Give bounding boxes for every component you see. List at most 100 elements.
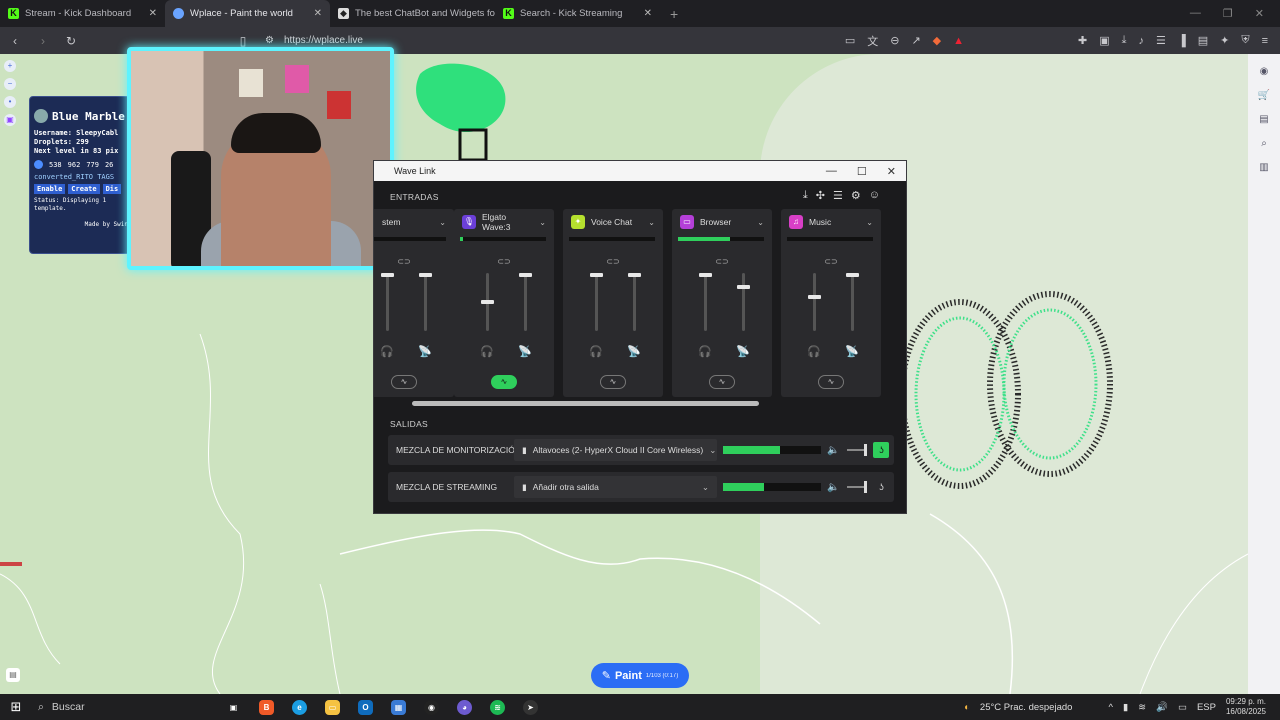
chevron-down-icon[interactable]: ⌄ (539, 218, 546, 227)
obs-icon[interactable]: ◉ (415, 694, 448, 720)
coord-px-y[interactable]: 26 (105, 161, 113, 169)
paint-button[interactable]: ✎ Paint 1/103 (0:17) (591, 663, 689, 688)
broadcast-icon[interactable]: 📡 (418, 345, 432, 358)
create-button[interactable]: Create (68, 184, 100, 194)
battery-icon[interactable]: ▭ (1178, 702, 1187, 713)
search-icon[interactable]: ⌕ (1248, 132, 1280, 156)
link-faders-icon[interactable]: ⊂⊃ (563, 257, 663, 266)
input-language[interactable]: ESP (1197, 702, 1216, 713)
fader-knob[interactable] (481, 300, 494, 304)
slider-knob[interactable] (864, 481, 868, 493)
extensions-icon[interactable]: ✚ (1078, 34, 1087, 47)
monitor-fader[interactable] (699, 273, 712, 331)
fader-knob[interactable] (737, 284, 750, 289)
translate-icon[interactable]: 文 (867, 33, 878, 49)
fader-knob[interactable] (590, 273, 603, 277)
stream-fader[interactable] (628, 273, 641, 331)
store-icon[interactable]: ▦ (382, 694, 415, 720)
account-icon[interactable]: ☺ (869, 189, 880, 202)
browser-tab[interactable]: K Search - Kick Streaming ✕ (495, 0, 660, 27)
ear-listen-icon[interactable]: ʖ (873, 442, 890, 458)
wave-link-app-icon[interactable]: ➤ (514, 694, 547, 720)
cast-icon[interactable]: ▭ (845, 34, 855, 47)
fader-knob[interactable] (808, 294, 821, 299)
tab-close-icon[interactable]: ✕ (149, 8, 157, 19)
volume-icon[interactable]: 🔊 (1156, 702, 1168, 713)
map-info-icon[interactable]: ▤ (6, 668, 20, 682)
effects-toggle[interactable]: ∿ (600, 375, 626, 389)
channel-header[interactable]: ♫ Music ⌄ (781, 209, 881, 235)
screenshot-icon[interactable]: ▣ (1099, 34, 1109, 47)
mixer-settings-icon[interactable]: ☰ (833, 189, 843, 202)
zoom-out-icon[interactable]: − (4, 78, 16, 90)
vpn-icon[interactable]: ⛨ (1241, 34, 1249, 47)
download-icon[interactable]: ⤓ (1122, 34, 1127, 47)
forward-icon[interactable]: › (36, 34, 50, 48)
headphones-icon[interactable]: 🎧 (807, 345, 821, 358)
enable-button[interactable]: Enable (34, 184, 66, 194)
effects-toggle[interactable]: ∿ (391, 375, 417, 389)
chevron-down-icon[interactable]: ⌄ (757, 218, 764, 227)
discord-icon[interactable]: ◕ (448, 694, 481, 720)
tab-close-icon[interactable]: ✕ (644, 8, 652, 19)
fader-knob[interactable] (699, 273, 712, 277)
channel-header[interactable]: ✦ Voice Chat ⌄ (563, 209, 663, 235)
link-faders-icon[interactable]: ⊂⊃ (374, 257, 454, 266)
outlook-icon[interactable]: O (349, 694, 382, 720)
zoom-icon[interactable]: ⊖ (890, 34, 899, 47)
stream-fader[interactable] (846, 273, 859, 331)
brave-rewards-icon[interactable]: ▲ (953, 35, 964, 47)
channel-header[interactable]: ▭ Browser ⌄ (672, 209, 772, 235)
broadcast-icon[interactable]: 📡 (736, 345, 750, 358)
minimize-icon[interactable]: — (826, 165, 837, 178)
effects-toggle[interactable]: ∿ (818, 375, 844, 389)
back-icon[interactable]: ‹ (8, 34, 22, 48)
output-volume-slider[interactable] (847, 444, 868, 456)
browser-tab[interactable]: ◆The best ChatBot and Widgets fo✕ (330, 0, 495, 27)
zoom-in-icon[interactable]: + (4, 60, 16, 72)
template-file[interactable]: converted_RITO TAGS (34, 173, 128, 181)
link-faders-icon[interactable]: ⊂⊃ (672, 257, 772, 266)
monitor-fader[interactable] (590, 273, 603, 331)
monitor-fader[interactable] (381, 273, 394, 331)
close-icon[interactable]: ✕ (887, 165, 896, 178)
edge-icon[interactable]: e (283, 694, 316, 720)
fader-knob[interactable] (846, 273, 859, 277)
minimize-icon[interactable]: — (1190, 7, 1201, 20)
effects-toggle[interactable]: ∿ (491, 375, 517, 389)
coord-px-x[interactable]: 779 (86, 161, 99, 169)
menu-icon[interactable]: ≡ (1262, 35, 1268, 47)
reading-list-icon[interactable]: ☰ (1156, 34, 1166, 47)
disable-button[interactable]: Dis (102, 184, 122, 194)
brave-icon[interactable]: B (250, 694, 283, 720)
tray-chevron-icon[interactable]: ^ (1108, 702, 1112, 713)
output-device-select[interactable]: ▮ Añadir otra salida ⌄ (514, 476, 717, 498)
wifi-icon[interactable]: ≋ (1138, 702, 1146, 713)
file-explorer-icon[interactable]: ▭ (316, 694, 349, 720)
shop-icon[interactable]: 🛒 (1248, 84, 1280, 108)
media-icon[interactable]: ♪ (1139, 35, 1145, 47)
taskbar-search[interactable]: ⌕ Buscar (32, 694, 217, 720)
restore-icon[interactable]: ❐ (1223, 7, 1233, 20)
chevron-down-icon[interactable]: ⌄ (866, 218, 873, 227)
weather-text[interactable]: 25°C Prac. despejado (980, 702, 1073, 713)
broadcast-icon[interactable]: 📡 (627, 345, 641, 358)
close-icon[interactable]: ✕ (1255, 7, 1264, 20)
download-icon[interactable]: ⤓ (803, 189, 808, 202)
sidebar-toggle-icon[interactable]: ▐ (1178, 35, 1186, 47)
apps-icon[interactable]: ✣ (816, 189, 825, 202)
wallet-icon[interactable]: ▤ (1198, 34, 1208, 47)
fader-knob[interactable] (628, 273, 641, 277)
avatar-icon[interactable]: ◉ (1248, 60, 1280, 84)
headphones-icon[interactable]: 🎧 (698, 345, 712, 358)
gear-icon[interactable]: ⚙ (851, 189, 861, 202)
slider-knob[interactable] (864, 444, 868, 456)
output-device-select[interactable]: ▮ Altavoces (2- HyperX Cloud II Core Wire… (514, 439, 717, 461)
brave-shield-icon[interactable]: ◆ (933, 34, 941, 47)
link-faders-icon[interactable]: ⊂⊃ (454, 257, 554, 266)
chevron-down-icon[interactable]: ⌄ (648, 218, 655, 227)
broadcast-icon[interactable]: 📡 (845, 345, 859, 358)
monitor-fader[interactable] (481, 273, 494, 331)
pin-icon[interactable] (34, 160, 43, 169)
maximize-icon[interactable]: ☐ (857, 165, 867, 178)
